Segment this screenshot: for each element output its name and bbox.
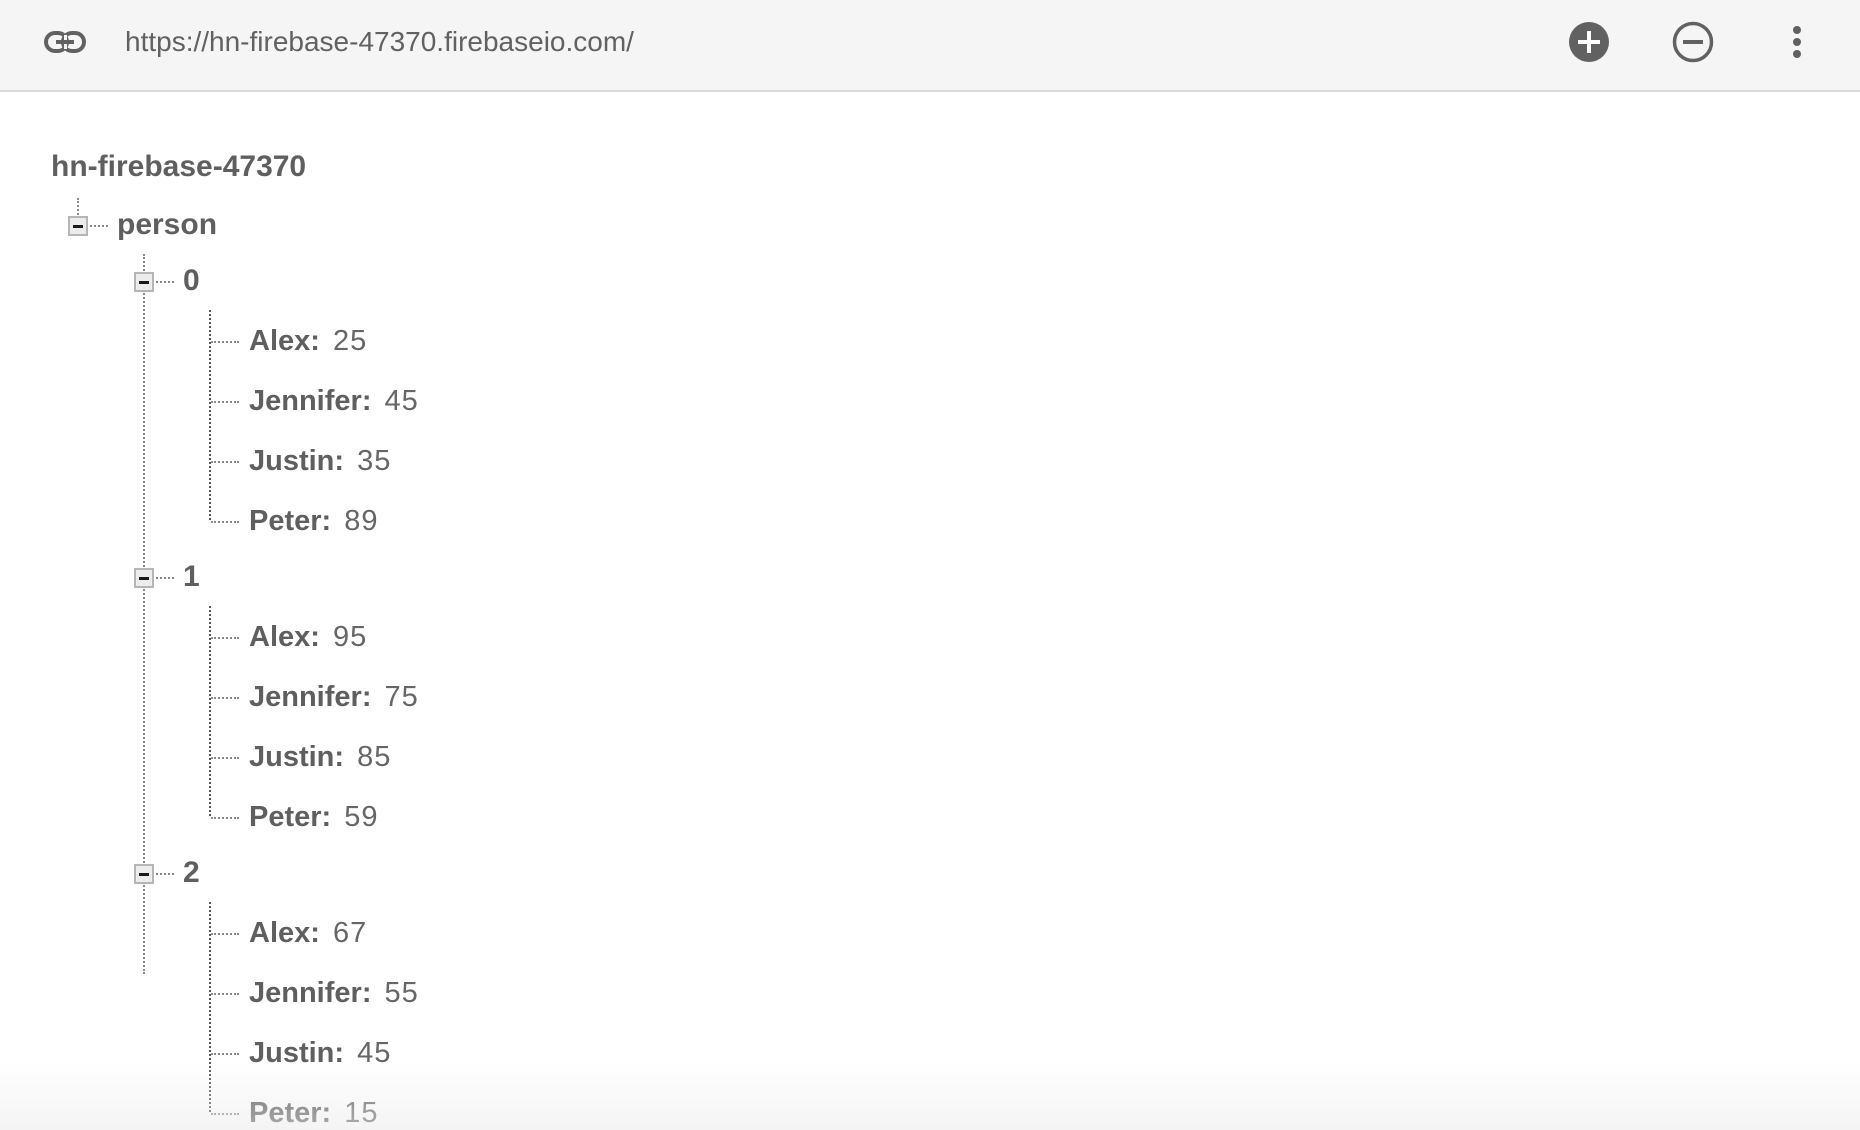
tree-connector bbox=[90, 225, 108, 227]
list-item[interactable]: Alex: 25 bbox=[249, 321, 367, 361]
list-item[interactable]: Peter: 15 bbox=[249, 1093, 378, 1130]
tree-connector bbox=[211, 1053, 239, 1055]
tree-connector bbox=[211, 697, 239, 699]
list-item[interactable]: Justin: 45 bbox=[249, 1033, 391, 1073]
database-url[interactable]: https://hn-firebase-47370.firebaseio.com… bbox=[125, 23, 634, 61]
url-toolbar: https://hn-firebase-47370.firebaseio.com… bbox=[0, 0, 1860, 92]
tree-connector bbox=[211, 757, 239, 759]
tree-connector bbox=[156, 873, 174, 875]
field-value: 45 bbox=[357, 1037, 392, 1069]
remove-button[interactable] bbox=[1671, 20, 1715, 64]
field-value: 67 bbox=[332, 917, 368, 949]
remove-circle-outline-icon bbox=[1672, 21, 1714, 63]
list-item[interactable]: Jennifer: 75 bbox=[249, 677, 419, 717]
more-options-button[interactable] bbox=[1775, 20, 1819, 64]
tree-connector bbox=[156, 281, 174, 283]
field-key: Jennifer bbox=[249, 385, 362, 417]
field-value: 89 bbox=[344, 505, 379, 537]
firebase-database-viewer: https://hn-firebase-47370.firebaseio.com… bbox=[0, 0, 1860, 1130]
add-circle-icon bbox=[1569, 22, 1609, 62]
list-item[interactable]: Justin: 85 bbox=[249, 737, 391, 777]
field-key: Justin bbox=[249, 741, 335, 773]
field-value: 85 bbox=[357, 741, 392, 773]
more-vert-icon bbox=[1793, 26, 1801, 58]
node-label-entry-1[interactable]: 1 bbox=[183, 557, 200, 597]
list-item[interactable]: Peter: 89 bbox=[249, 501, 378, 541]
field-value: 35 bbox=[357, 445, 392, 477]
tree-connector bbox=[211, 401, 239, 403]
field-key: Peter bbox=[249, 801, 322, 833]
field-value: 15 bbox=[344, 1097, 379, 1129]
field-key: Alex bbox=[249, 917, 311, 949]
node-label-person[interactable]: person bbox=[117, 205, 217, 245]
field-value: 25 bbox=[332, 325, 368, 357]
tree-connector bbox=[211, 817, 239, 819]
list-item[interactable]: Peter: 59 bbox=[249, 797, 378, 837]
list-item[interactable]: Justin: 35 bbox=[249, 441, 391, 481]
list-item[interactable]: Alex: 67 bbox=[249, 913, 367, 953]
tree-connector bbox=[211, 933, 239, 935]
tree-connector bbox=[211, 341, 239, 343]
link-icon[interactable] bbox=[42, 22, 88, 62]
list-item[interactable]: Alex: 95 bbox=[249, 617, 367, 657]
field-value: 95 bbox=[332, 621, 368, 653]
field-key: Justin bbox=[249, 1037, 335, 1069]
field-value: 75 bbox=[384, 681, 419, 713]
tree-connector bbox=[211, 521, 239, 523]
tree-connector bbox=[77, 198, 79, 218]
field-key: Peter bbox=[249, 505, 322, 537]
tree-connector bbox=[211, 1113, 239, 1115]
tree-connector bbox=[211, 461, 239, 463]
field-key: Jennifer bbox=[249, 681, 362, 713]
field-key: Justin bbox=[249, 445, 335, 477]
list-item[interactable]: Jennifer: 45 bbox=[249, 381, 419, 421]
add-button[interactable] bbox=[1567, 20, 1611, 64]
list-item[interactable]: Jennifer: 55 bbox=[249, 973, 419, 1013]
collapse-toggle-entry-1[interactable] bbox=[134, 568, 154, 588]
collapse-toggle-person[interactable] bbox=[68, 216, 88, 236]
collapse-toggle-entry-0[interactable] bbox=[134, 272, 154, 292]
root-node-label[interactable]: hn-firebase-47370 bbox=[51, 147, 306, 187]
collapse-toggle-entry-2[interactable] bbox=[134, 864, 154, 884]
node-label-entry-2[interactable]: 2 bbox=[183, 853, 200, 893]
field-key: Peter bbox=[249, 1097, 322, 1129]
tree-connector bbox=[211, 993, 239, 995]
field-value: 59 bbox=[344, 801, 379, 833]
tree-connector bbox=[156, 577, 174, 579]
data-tree: hn-firebase-47370 person 0 Alex: 25 Jenni… bbox=[0, 92, 1860, 1130]
field-key: Jennifer bbox=[249, 977, 362, 1009]
field-value: 55 bbox=[384, 977, 419, 1009]
field-value: 45 bbox=[384, 385, 419, 417]
tree-connector bbox=[211, 637, 239, 639]
node-label-entry-0[interactable]: 0 bbox=[183, 261, 200, 301]
field-key: Alex bbox=[249, 325, 311, 357]
field-key: Alex bbox=[249, 621, 311, 653]
